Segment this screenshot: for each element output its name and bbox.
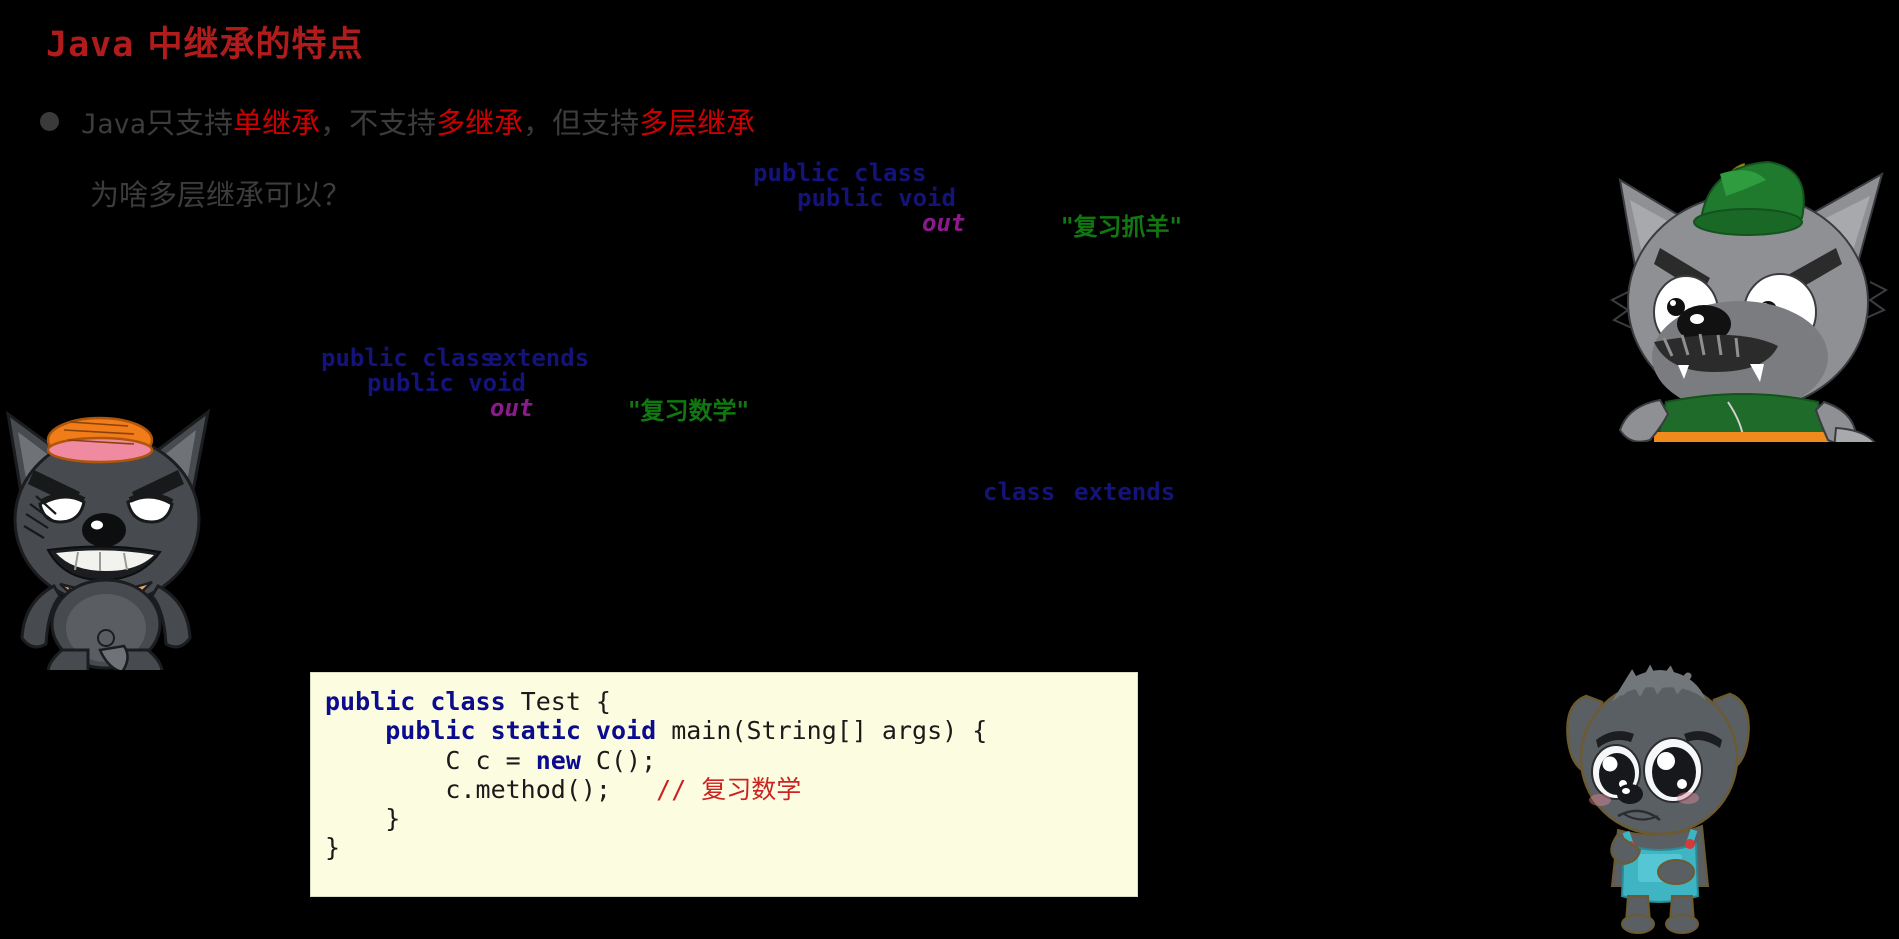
code-token: } — [325, 804, 401, 833]
code-token: c.method(); — [325, 774, 657, 804]
bullet-dot-icon — [40, 111, 59, 131]
fragment-b-string: "复习数学" — [628, 396, 750, 425]
fragment-a-public-class: public class — [753, 159, 927, 187]
bullet-item-label: Java只支持单继承，不支持多继承，但支持多层继承 — [81, 100, 755, 142]
fragment-b-public-void: public void — [367, 369, 526, 397]
bullet-seg-2: 只支持 — [146, 106, 234, 140]
code-snippet-text: public class Test { public static void m… — [325, 687, 1121, 863]
code-token: public static void — [385, 716, 657, 746]
fragment-b-extends: extends — [488, 344, 590, 372]
bullet-list-item: Java只支持单继承，不支持多继承，但支持多层继承 — [40, 100, 755, 142]
bullet-seg-single-inherit: 单继承 — [233, 106, 321, 140]
fragment-a-out: out — [922, 209, 966, 237]
code-token: 复习数学 — [701, 774, 802, 804]
slide-canvas: Java 中继承的特点 Java只支持单继承，不支持多继承，但支持多层继承 为啥… — [0, 0, 1899, 934]
page-title-cjk: 中继承的特点 — [134, 24, 364, 65]
code-token: new — [535, 745, 581, 775]
character-wolf-green-hat — [1598, 152, 1898, 456]
fragment-b-out: out — [490, 394, 534, 422]
code-token: C c = — [325, 745, 536, 775]
code-token: C(); — [580, 745, 657, 775]
fragment-a-string: "复习抓羊" — [1061, 212, 1183, 241]
code-token: // — [656, 774, 702, 804]
code-token: } — [325, 833, 341, 863]
fragment-c-class: class — [983, 478, 1056, 506]
bullet-seg-java: Java — [81, 109, 147, 140]
character-wolf-orange-beret — [0, 400, 215, 674]
code-token: main(String[] args) { — [656, 716, 988, 746]
code-token: public class — [325, 687, 506, 716]
bullet-seg-6: ，但支持 — [523, 106, 640, 140]
bullet-seg-multi-inherit: 多继承 — [436, 106, 524, 140]
code-token: Test { — [505, 687, 611, 716]
code-snippet-card: public class Test { public static void m… — [310, 672, 1138, 897]
fragment-c-extends: extends — [1074, 478, 1176, 506]
bullet-seg-4: ，不支持 — [320, 106, 437, 140]
fragment-a-public-void: public void — [797, 184, 956, 212]
page-title-latin: Java — [46, 25, 135, 65]
page-title: Java 中继承的特点 — [46, 16, 363, 67]
bullet-seg-multilevel-inherit: 多层继承 — [639, 106, 756, 140]
fragment-b-public-class: public class — [321, 344, 495, 372]
character-wolf-pup-sad — [1560, 648, 1760, 934]
sub-question-text: 为啥多层继承可以？ — [90, 178, 352, 212]
